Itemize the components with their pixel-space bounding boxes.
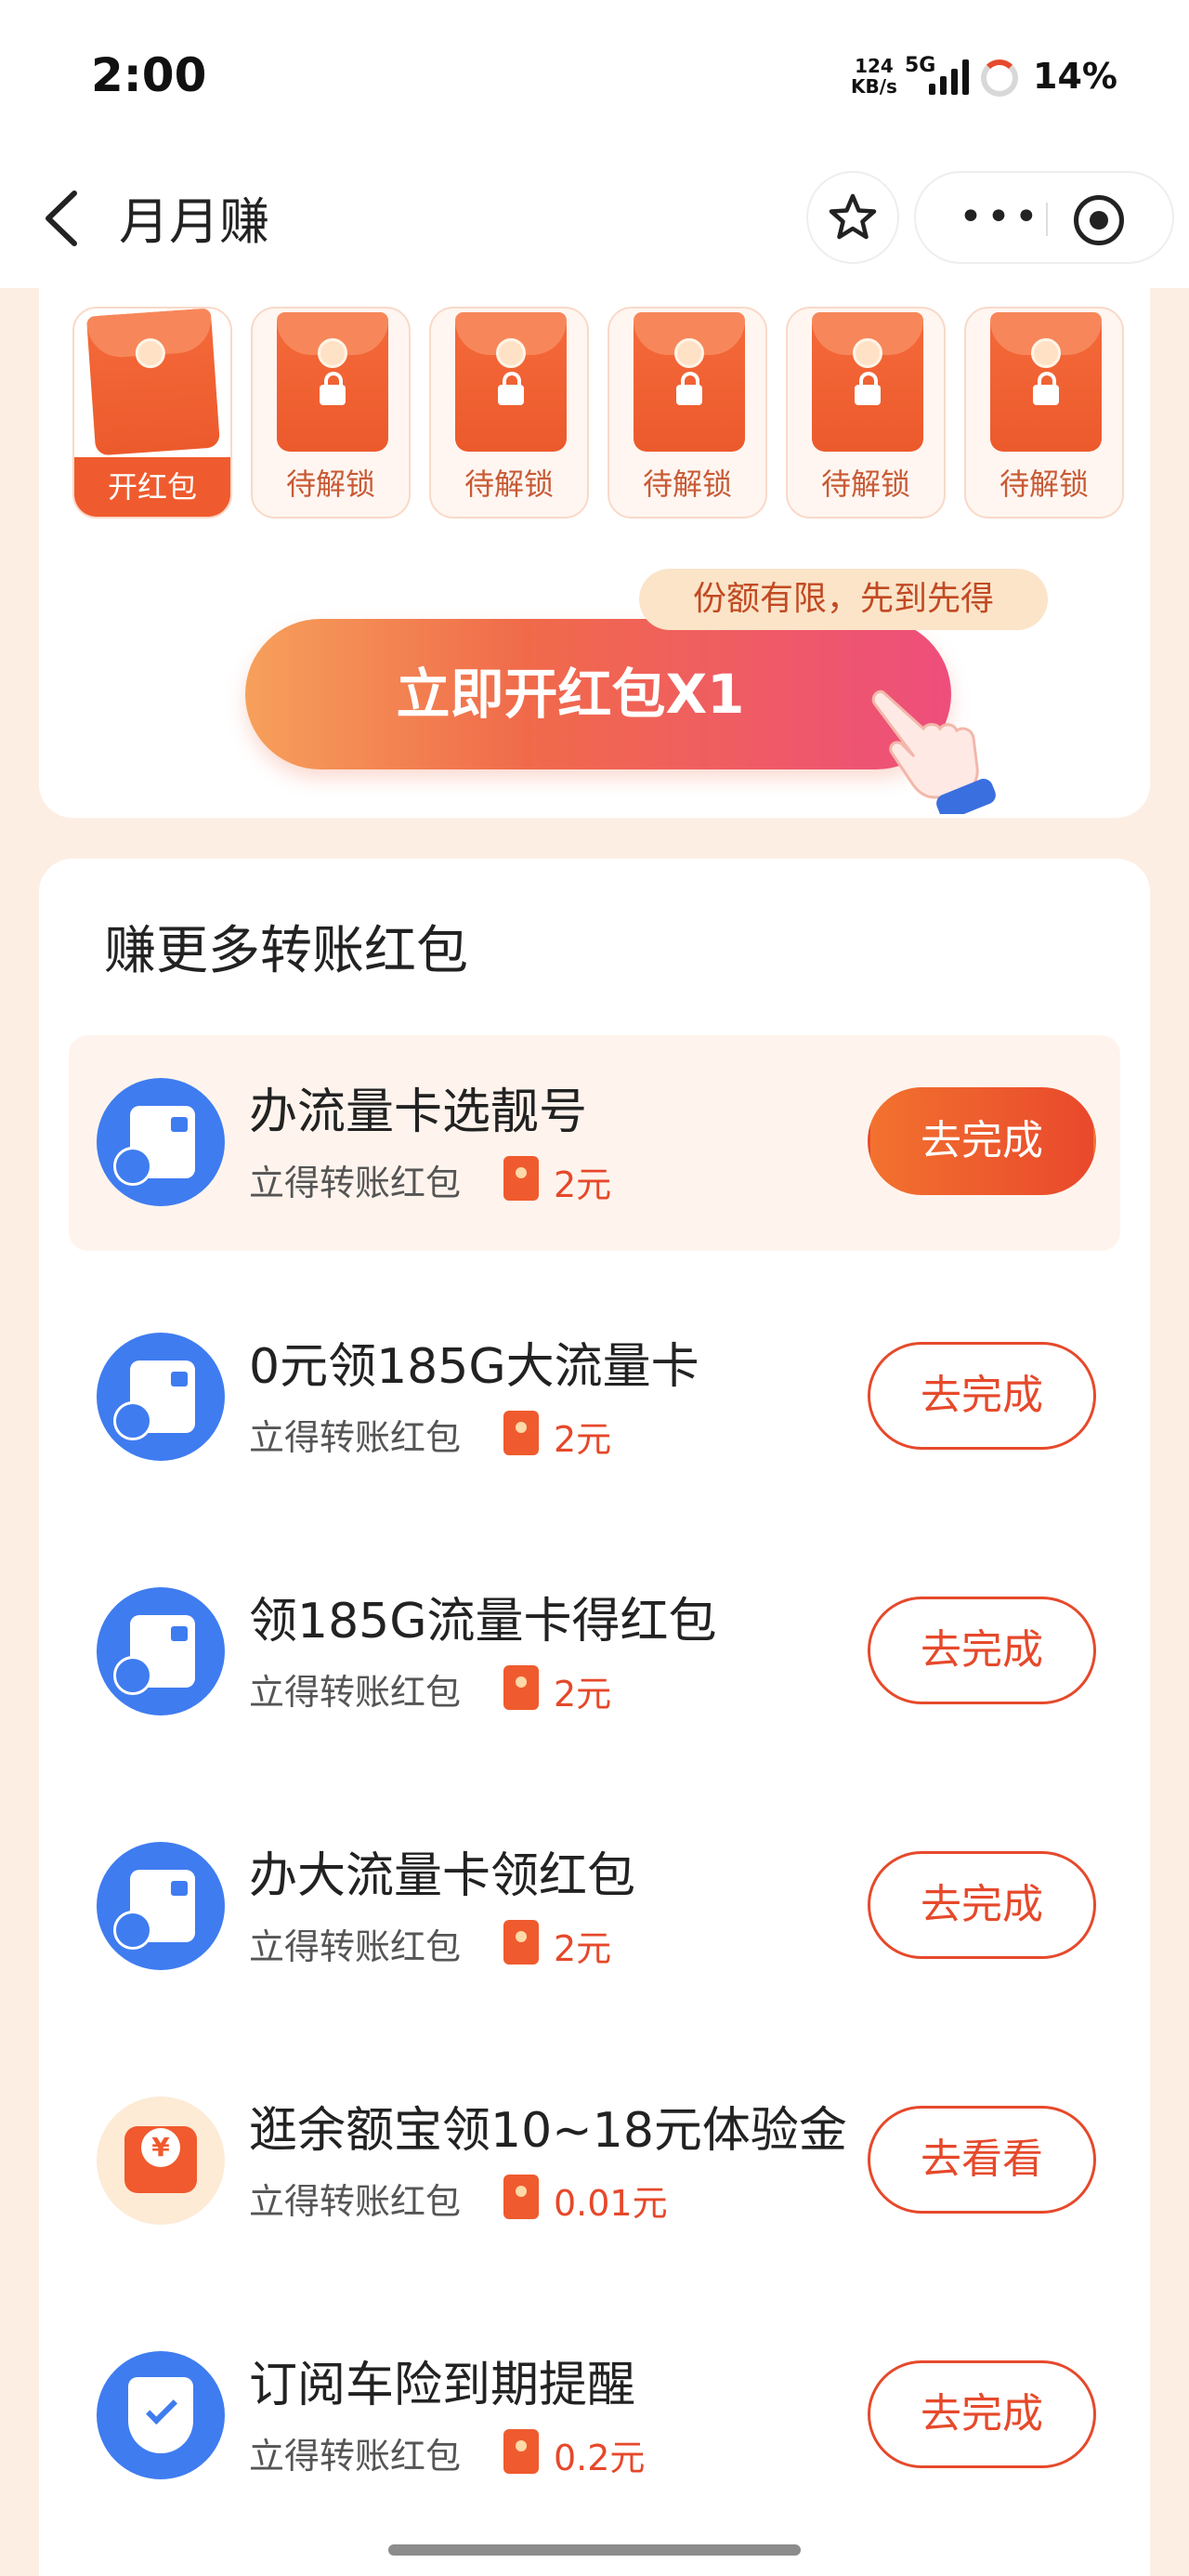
task-row: 订阅车险到期提醒 立得转账红包 0.2元 去完成 bbox=[69, 2308, 1120, 2524]
mini-red-envelope-icon bbox=[503, 1920, 539, 1965]
network-speed-unit: KB/s bbox=[851, 75, 897, 98]
task-reward: 0.01元 bbox=[554, 2183, 668, 2224]
locked-envelope-icon bbox=[990, 312, 1102, 452]
task-go-button[interactable]: 去完成 bbox=[868, 1342, 1096, 1450]
task-row: 办大流量卡领红包 立得转账红包 2元 去完成 bbox=[69, 1799, 1120, 2015]
red-envelope-card: 开红包 待解锁 待解锁 待解锁 待解锁 待解锁 立即开红包X1 份额有限，先到先… bbox=[39, 275, 1150, 818]
task-subtitle: 立得转账红包 bbox=[249, 1163, 462, 1203]
locked-envelope-icon bbox=[812, 312, 923, 452]
task-go-button[interactable]: 去完成 bbox=[868, 1851, 1096, 1959]
envelope-locked[interactable]: 待解锁 bbox=[608, 307, 767, 519]
capsule-divider bbox=[1046, 203, 1048, 236]
task-title: 订阅车险到期提醒 bbox=[249, 2358, 636, 2413]
envelope-locked[interactable]: 待解锁 bbox=[251, 307, 411, 519]
task-reward: 2元 bbox=[554, 1164, 612, 1205]
shield-check-icon bbox=[97, 2351, 225, 2479]
clock: 2:00 bbox=[91, 48, 207, 102]
envelope-locked[interactable]: 待解锁 bbox=[429, 307, 589, 519]
task-go-button[interactable]: 去完成 bbox=[868, 1087, 1096, 1195]
mini-red-envelope-icon bbox=[503, 1665, 539, 1710]
task-list: 办流量卡选靓号 立得转账红包 2元 去完成 0元领185G大流量卡 立得转账红包… bbox=[69, 1035, 1120, 2563]
limited-quota-tag: 份额有限，先到先得 bbox=[639, 569, 1048, 630]
locked-envelope-icon bbox=[277, 312, 388, 452]
task-reward: 0.2元 bbox=[554, 2438, 646, 2478]
task-subtitle: 立得转账红包 bbox=[249, 2181, 462, 2222]
sim-card-icon bbox=[97, 1333, 225, 1461]
signal-icon bbox=[929, 58, 969, 95]
miniapp-capsule: ••• bbox=[914, 171, 1174, 264]
red-envelope-icon bbox=[85, 309, 221, 456]
network-speed: 124 KB/s bbox=[851, 56, 897, 97]
envelope-row: 开红包 待解锁 待解锁 待解锁 待解锁 待解锁 bbox=[72, 307, 1124, 519]
target-circle-icon[interactable] bbox=[1074, 195, 1124, 245]
yuan-coin-icon: ¥ bbox=[97, 2096, 225, 2225]
task-title: 领185G流量卡得红包 bbox=[249, 1594, 717, 1649]
task-reward: 2元 bbox=[554, 1674, 612, 1715]
task-title: 0元领185G大流量卡 bbox=[249, 1339, 699, 1395]
sim-card-icon bbox=[97, 1587, 225, 1715]
network-speed-value: 124 bbox=[855, 55, 894, 77]
sim-card-icon bbox=[97, 1078, 225, 1206]
task-go-button[interactable]: 去完成 bbox=[868, 2360, 1096, 2468]
mini-red-envelope-icon bbox=[503, 1411, 539, 1455]
task-row: ¥ 逛余额宝领10~18元体验金 立得转账红包 0.01元 去看看 bbox=[69, 2054, 1120, 2269]
task-go-button[interactable]: 去完成 bbox=[868, 1597, 1096, 1704]
home-indicator[interactable] bbox=[388, 2544, 801, 2556]
pointing-hand-icon bbox=[871, 690, 996, 814]
battery-level: 14% bbox=[1033, 56, 1117, 97]
more-dots-icon[interactable]: ••• bbox=[959, 193, 1042, 241]
envelope-label: 待解锁 bbox=[464, 467, 554, 502]
task-reward: 2元 bbox=[554, 1419, 612, 1460]
task-row: 0元领185G大流量卡 立得转账红包 2元 去完成 bbox=[69, 1290, 1120, 1505]
star-icon bbox=[829, 193, 877, 240]
envelope-label: 待解锁 bbox=[642, 467, 732, 502]
task-reward: 2元 bbox=[554, 1928, 612, 1969]
task-view-button[interactable]: 去看看 bbox=[868, 2106, 1096, 2214]
nav-bar: 月月赚 ••• bbox=[0, 158, 1189, 288]
sim-card-icon bbox=[97, 1842, 225, 1970]
page-title: 月月赚 bbox=[119, 192, 269, 251]
envelope-locked[interactable]: 待解锁 bbox=[964, 307, 1124, 519]
envelope-open[interactable]: 开红包 bbox=[72, 307, 232, 519]
envelope-label: 开红包 bbox=[74, 457, 230, 517]
envelope-label: 待解锁 bbox=[820, 467, 910, 502]
chevron-left-icon[interactable] bbox=[35, 186, 100, 251]
task-title: 办流量卡选靓号 bbox=[249, 1084, 588, 1140]
task-row: 办流量卡选靓号 立得转账红包 2元 去完成 bbox=[69, 1035, 1120, 1251]
task-title: 办大流量卡领红包 bbox=[249, 1848, 636, 1904]
task-row: 领185G流量卡得红包 立得转账红包 2元 去完成 bbox=[69, 1544, 1120, 1760]
task-title: 逛余额宝领10~18元体验金 bbox=[249, 2103, 847, 2159]
favorite-button[interactable] bbox=[806, 171, 899, 264]
task-subtitle: 立得转账红包 bbox=[249, 1926, 462, 1967]
mini-red-envelope-icon bbox=[503, 2429, 539, 2474]
locked-envelope-icon bbox=[634, 312, 745, 452]
envelope-label: 待解锁 bbox=[999, 467, 1089, 502]
mini-red-envelope-icon bbox=[503, 2175, 539, 2219]
task-subtitle: 立得转账红包 bbox=[249, 1417, 462, 1458]
locked-envelope-icon bbox=[455, 312, 567, 452]
open-envelope-label: 立即开红包X1 bbox=[396, 663, 745, 726]
open-envelope-button[interactable]: 立即开红包X1 bbox=[245, 619, 951, 769]
mini-red-envelope-icon bbox=[503, 1156, 539, 1201]
tasks-card: 赚更多转账红包 办流量卡选靓号 立得转账红包 2元 去完成 0元领185G大流量… bbox=[39, 859, 1150, 2576]
task-subtitle: 立得转账红包 bbox=[249, 2436, 462, 2477]
envelope-locked[interactable]: 待解锁 bbox=[786, 307, 946, 519]
section-title: 赚更多转账红包 bbox=[104, 921, 468, 981]
status-bar: 2:00 124 KB/s 5G 14% bbox=[0, 0, 1189, 158]
task-subtitle: 立得转账红包 bbox=[249, 1672, 462, 1713]
battery-icon bbox=[981, 59, 1018, 97]
envelope-label: 待解锁 bbox=[285, 467, 375, 502]
